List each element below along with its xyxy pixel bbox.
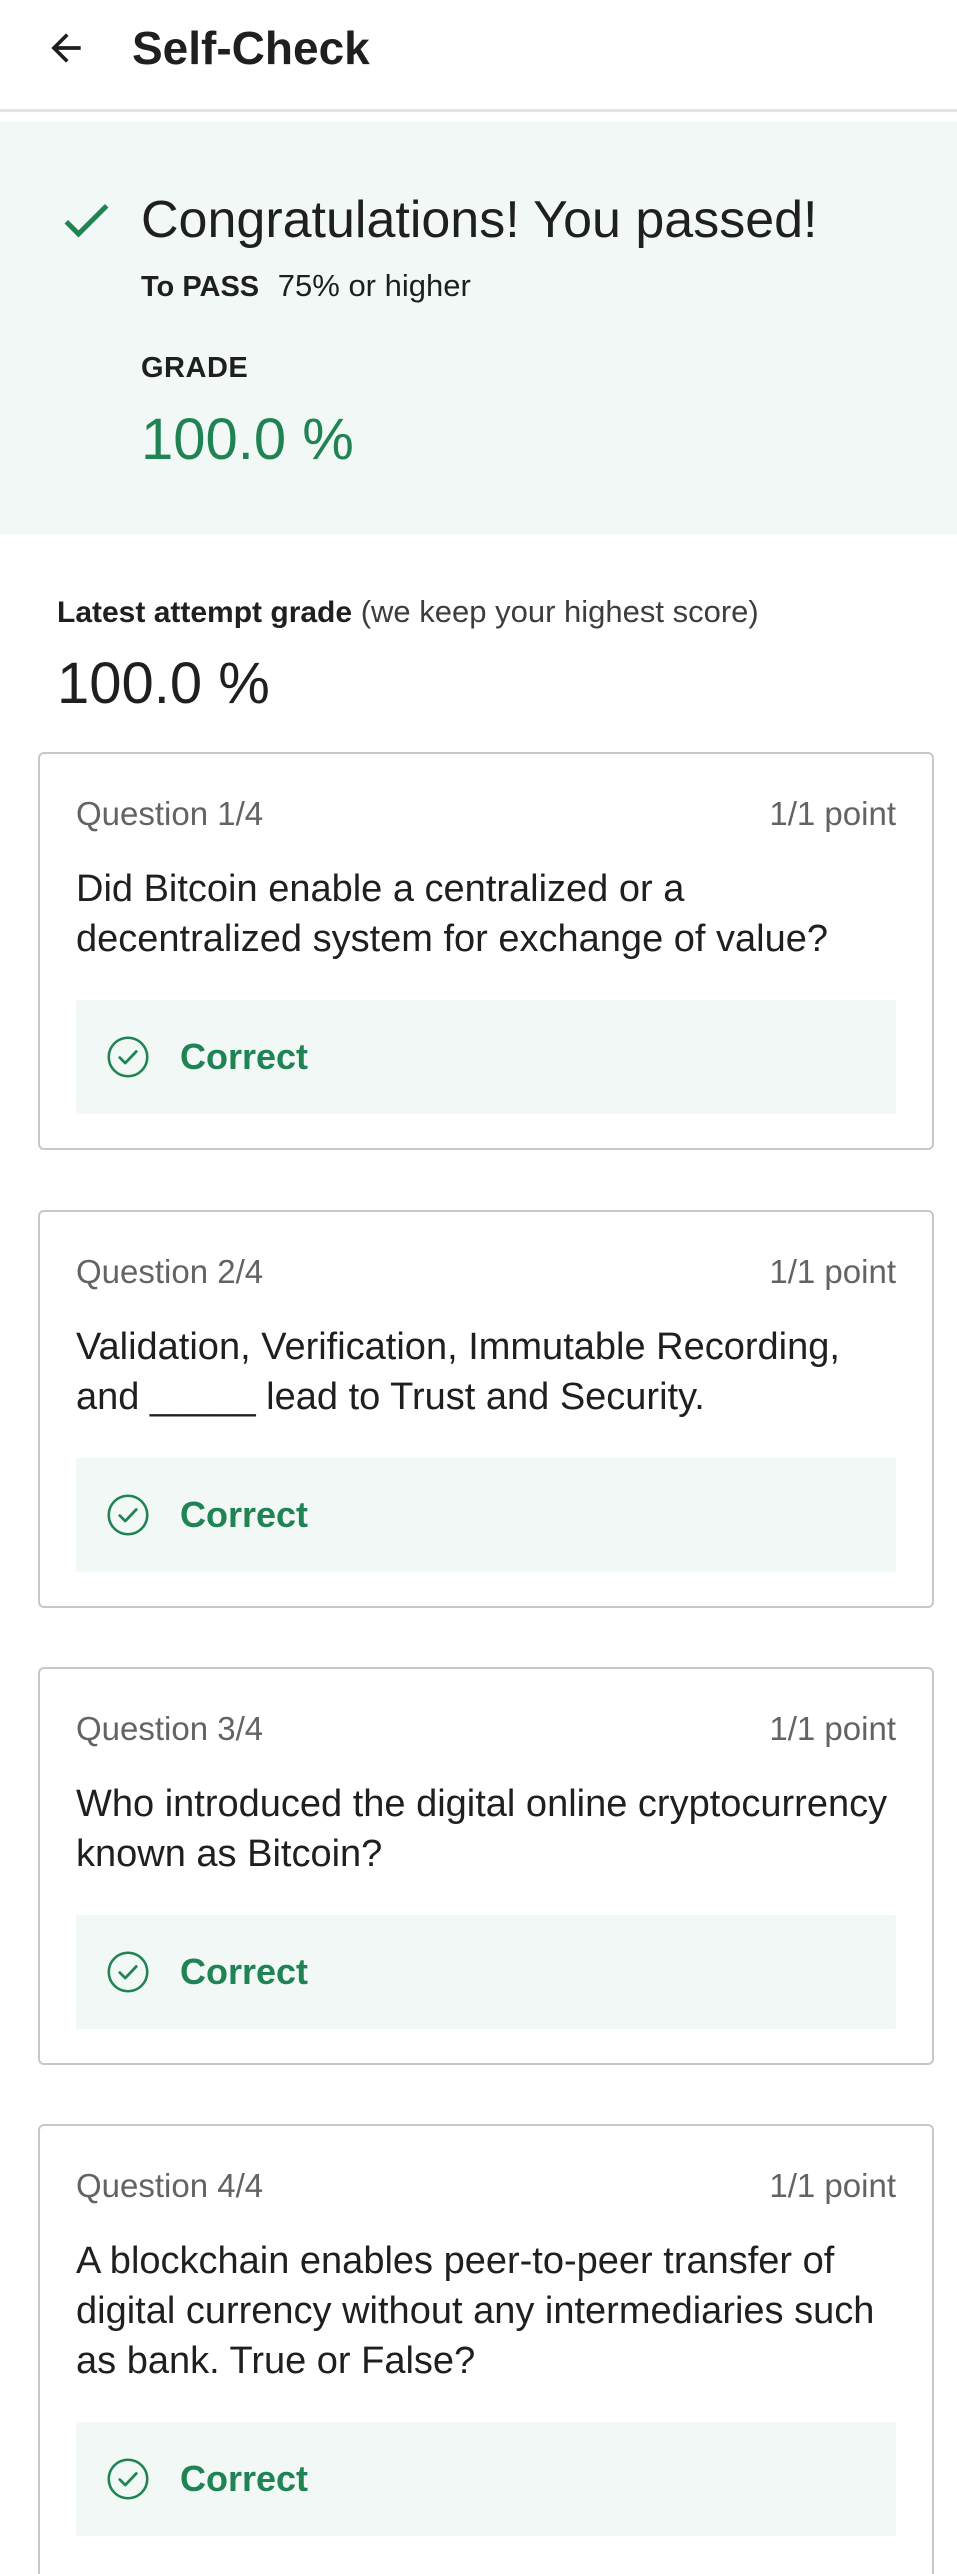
grade-value: 100.0 % bbox=[141, 407, 354, 472]
answer-result-label: Correct bbox=[180, 1036, 309, 1077]
answer-result: Correct bbox=[76, 2422, 896, 2536]
result-banner: Congratulations! You passed! To PASS 75%… bbox=[0, 122, 957, 534]
check-circle-icon bbox=[107, 1951, 149, 1993]
latest-attempt-label: Latest attempt grade bbox=[57, 596, 353, 629]
pass-label: To PASS bbox=[141, 271, 260, 303]
answer-result-label: Correct bbox=[180, 2458, 309, 2499]
check-circle-icon bbox=[107, 1036, 149, 1078]
page-title: Self-Check bbox=[132, 22, 370, 74]
back-button[interactable] bbox=[38, 20, 94, 76]
question-points: 1/1 point bbox=[769, 1710, 896, 1747]
question-card: Question 1/4 1/1 point Did Bitcoin enabl… bbox=[38, 752, 934, 1150]
question-text: Did Bitcoin enable a centralized or a de… bbox=[76, 868, 828, 960]
question-points: 1/1 point bbox=[769, 795, 896, 832]
question-text: Who introduced the digital online crypto… bbox=[76, 1783, 888, 1875]
check-circle-icon bbox=[107, 1494, 149, 1536]
checkmark-icon bbox=[64, 203, 109, 238]
question-card: Question 4/4 1/1 point A blockchain enab… bbox=[38, 2124, 934, 2574]
question-number: Question 1/4 bbox=[76, 795, 264, 832]
grade-label: GRADE bbox=[141, 352, 249, 384]
pass-requirement: 75% or higher bbox=[277, 268, 471, 303]
question-number: Question 3/4 bbox=[76, 1710, 264, 1747]
check-circle-icon bbox=[107, 2458, 149, 2500]
question-number: Question 4/4 bbox=[76, 2167, 264, 2204]
result-title: Congratulations! You passed! bbox=[141, 191, 818, 249]
latest-attempt-value: 100.0 % bbox=[57, 651, 270, 716]
answer-result: Correct bbox=[76, 1000, 896, 1114]
app-bar: Self-Check bbox=[0, 0, 957, 112]
question-card: Question 3/4 1/1 point Who introduced th… bbox=[38, 1667, 934, 2065]
arrow-left-icon bbox=[51, 33, 81, 63]
answer-result: Correct bbox=[76, 1458, 896, 1572]
question-points: 1/1 point bbox=[769, 1253, 896, 1290]
question-text: Validation, Verification, Immutable Reco… bbox=[76, 1326, 840, 1418]
answer-result-label: Correct bbox=[180, 1951, 309, 1992]
question-points: 1/1 point bbox=[769, 2167, 896, 2204]
question-text: A blockchain enables peer-to-peer transf… bbox=[76, 2240, 875, 2382]
answer-result: Correct bbox=[76, 1915, 896, 2029]
pass-requirement-row: To PASS 75% or higher bbox=[141, 266, 471, 307]
answer-result-label: Correct bbox=[180, 1494, 309, 1535]
latest-attempt-row: Latest attempt grade (we keep your highe… bbox=[57, 592, 759, 633]
latest-attempt-note: (we keep your highest score) bbox=[360, 594, 759, 629]
question-number: Question 2/4 bbox=[76, 1253, 264, 1290]
question-card: Question 2/4 1/1 point Validation, Verif… bbox=[38, 1210, 934, 1608]
